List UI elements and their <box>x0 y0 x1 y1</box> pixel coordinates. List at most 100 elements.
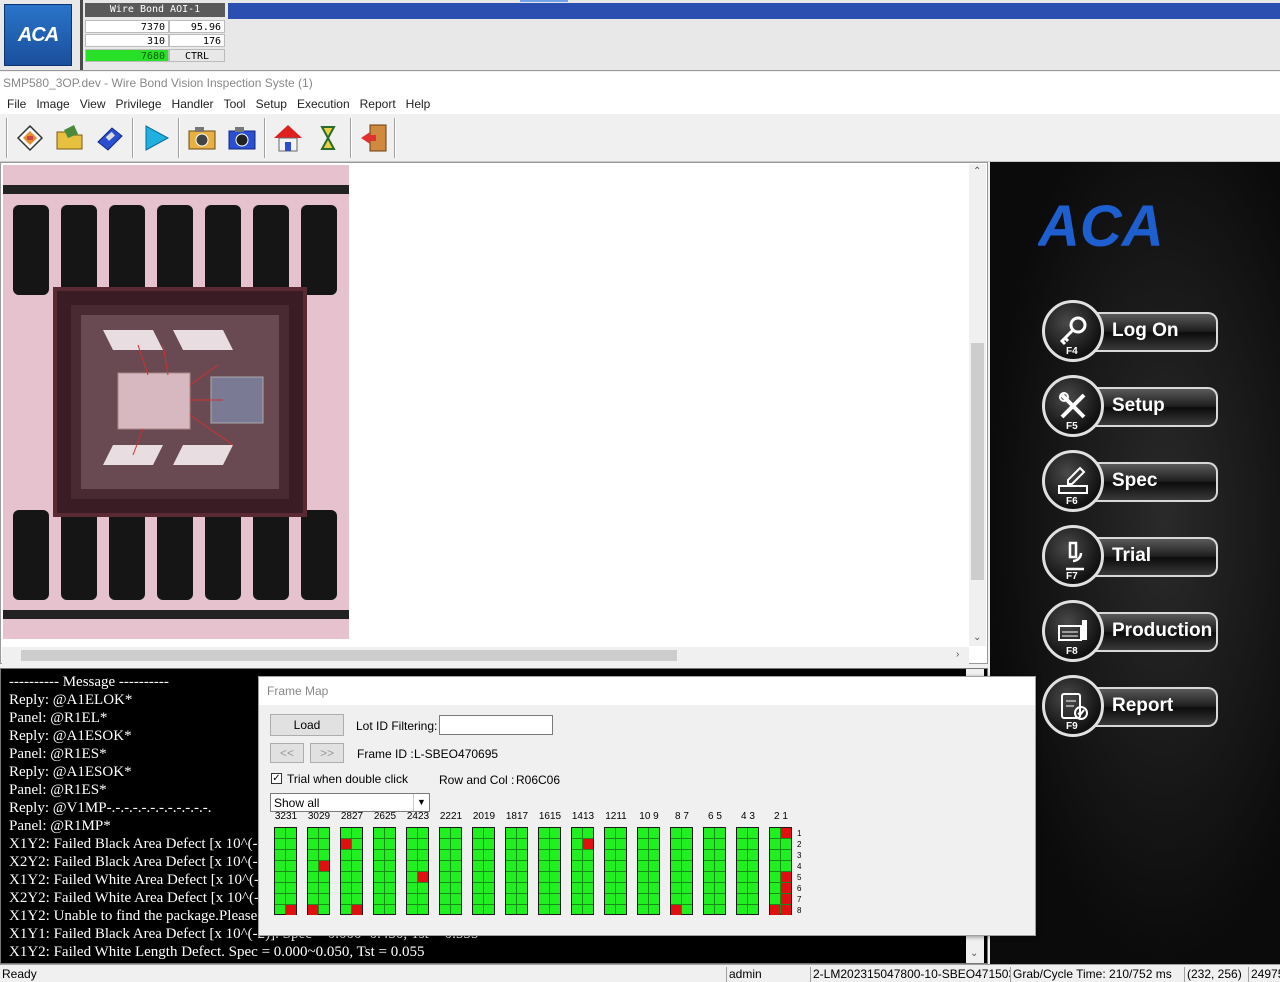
open-recipe-icon[interactable] <box>12 120 48 156</box>
map-column[interactable] <box>736 827 759 915</box>
menu-file[interactable]: File <box>2 97 31 111</box>
map-column[interactable] <box>769 827 792 915</box>
map-column[interactable] <box>373 827 396 915</box>
map-column[interactable] <box>439 827 462 915</box>
counter-fail: 310 <box>85 34 169 47</box>
next-frame-button[interactable]: >> <box>310 743 344 763</box>
scroll-down-icon[interactable]: ⌄ <box>973 633 981 643</box>
top-status-strip: ACA Wire Bond AOI-1 7370 95.96 310 176 7… <box>0 0 1280 71</box>
ctrl-button[interactable]: CTRL <box>169 49 225 62</box>
menu-privilege[interactable]: Privilege <box>111 97 167 111</box>
menu-report[interactable]: Report <box>355 97 401 111</box>
map-col-header: 3029 <box>307 811 331 822</box>
scroll-right-icon[interactable]: › <box>956 650 959 660</box>
menu-tool[interactable]: Tool <box>219 97 251 111</box>
spec-button[interactable]: Spec F6 <box>1042 450 1222 514</box>
map-col-header: 2 1 <box>774 811 788 822</box>
map-column[interactable] <box>670 827 693 915</box>
map-row-number: 4 <box>797 862 802 871</box>
report-button[interactable]: Report F9 <box>1042 675 1222 739</box>
prev-frame-button[interactable]: << <box>270 743 304 763</box>
menu-bar: File Image View Privilege Handler Tool S… <box>0 94 1280 114</box>
home-icon[interactable] <box>270 120 306 156</box>
svg-text:ACA: ACA <box>1038 198 1164 258</box>
map-column[interactable] <box>571 827 594 915</box>
map-col-header: 1615 <box>538 811 562 822</box>
map-col-header: 2019 <box>472 811 496 822</box>
map-column[interactable] <box>703 827 726 915</box>
map-col-header: 1413 <box>571 811 595 822</box>
menu-execution[interactable]: Execution <box>292 97 355 111</box>
production-button[interactable]: Production F8 <box>1042 600 1222 664</box>
status-ready: Ready <box>2 967 37 981</box>
aoi-counter-panel: Wire Bond AOI-1 7370 95.96 310 176 7680 … <box>85 3 225 67</box>
image-vscroll-thumb[interactable] <box>971 343 984 580</box>
panel-divider <box>80 0 83 70</box>
exit-door-icon[interactable] <box>356 120 392 156</box>
lot-filter-label: Lot ID Filtering: <box>356 719 438 733</box>
load-button[interactable]: Load <box>270 714 344 736</box>
frame-map-dialog: Frame Map Load Lot ID Filtering: << >> F… <box>258 676 1036 936</box>
menu-help[interactable]: Help <box>401 97 436 111</box>
camera-icon[interactable] <box>184 120 220 156</box>
menu-setup[interactable]: Setup <box>251 97 292 111</box>
log-on-button[interactable]: Log On F4 <box>1042 300 1222 364</box>
map-row-number: 6 <box>797 884 802 893</box>
setup-button[interactable]: Setup F5 <box>1042 375 1222 439</box>
status-user: admin <box>726 967 810 982</box>
status-coord: (232, 256) <box>1184 967 1248 982</box>
image-hscroll-thumb[interactable] <box>21 650 677 661</box>
map-col-header: 3231 <box>274 811 298 822</box>
map-col-header: 1817 <box>505 811 529 822</box>
map-column[interactable] <box>604 827 627 915</box>
window-title: SMP580_3OP.dev - Wire Bond Vision Inspec… <box>0 72 1280 94</box>
filter-select[interactable]: Show all ▼ <box>270 793 430 812</box>
hourglass-icon[interactable] <box>310 120 346 156</box>
map-column[interactable] <box>340 827 363 915</box>
trial-double-click-checkbox[interactable]: ✓ <box>271 773 282 784</box>
map-row-number: 3 <box>797 851 802 860</box>
menu-handler[interactable]: Handler <box>167 97 219 111</box>
map-row-number: 2 <box>797 840 802 849</box>
run-arrow-icon[interactable] <box>138 120 174 156</box>
trial-check-label: Trial when double click <box>287 772 408 786</box>
map-col-header: 2221 <box>439 811 463 822</box>
lot-filter-input[interactable] <box>439 715 553 735</box>
trial-button[interactable]: Trial F7 <box>1042 525 1222 589</box>
counter-yield: 95.96 <box>169 20 225 33</box>
counter-pass: 7680 <box>85 49 169 62</box>
aca-brand-logo: ACA <box>1036 194 1248 259</box>
progress-bar <box>228 3 1280 19</box>
map-col-header: 2423 <box>406 811 430 822</box>
map-column[interactable] <box>307 827 330 915</box>
map-column[interactable] <box>538 827 561 915</box>
open-folder-icon[interactable] <box>52 120 88 156</box>
menu-image[interactable]: Image <box>31 97 74 111</box>
frame-id-label: Frame ID : <box>357 747 414 761</box>
frame-id-value: L-SBEO470695 <box>414 747 499 761</box>
menu-view[interactable]: View <box>75 97 111 111</box>
map-row-number: 5 <box>797 873 802 882</box>
map-row-number: 7 <box>797 895 802 904</box>
map-column[interactable] <box>472 827 495 915</box>
progress-marker <box>520 0 568 2</box>
aoi-panel-title: Wire Bond AOI-1 <box>85 3 225 17</box>
scroll-up-icon[interactable]: ⌃ <box>973 167 981 177</box>
chevron-down-icon[interactable]: ▼ <box>413 794 429 811</box>
map-col-header: 8 7 <box>675 811 689 822</box>
camera-save-icon[interactable] <box>224 120 260 156</box>
image-viewer[interactable]: ⌃ ⌄ › <box>0 162 988 664</box>
map-column[interactable] <box>505 827 528 915</box>
map-col-header: 6 5 <box>708 811 722 822</box>
save-disk-icon[interactable] <box>92 120 128 156</box>
map-col-header: 4 3 <box>741 811 755 822</box>
map-column[interactable] <box>274 827 297 915</box>
map-col-header: 10 9 <box>639 811 659 822</box>
wire-bond-image[interactable] <box>3 165 349 639</box>
map-row-number: 8 <box>797 906 802 915</box>
map-col-header: 2827 <box>340 811 364 822</box>
message-scroll-down-icon[interactable]: ⌄ <box>970 949 978 959</box>
map-column[interactable] <box>637 827 660 915</box>
map-column[interactable] <box>406 827 429 915</box>
aca-logo: ACA <box>4 4 72 66</box>
